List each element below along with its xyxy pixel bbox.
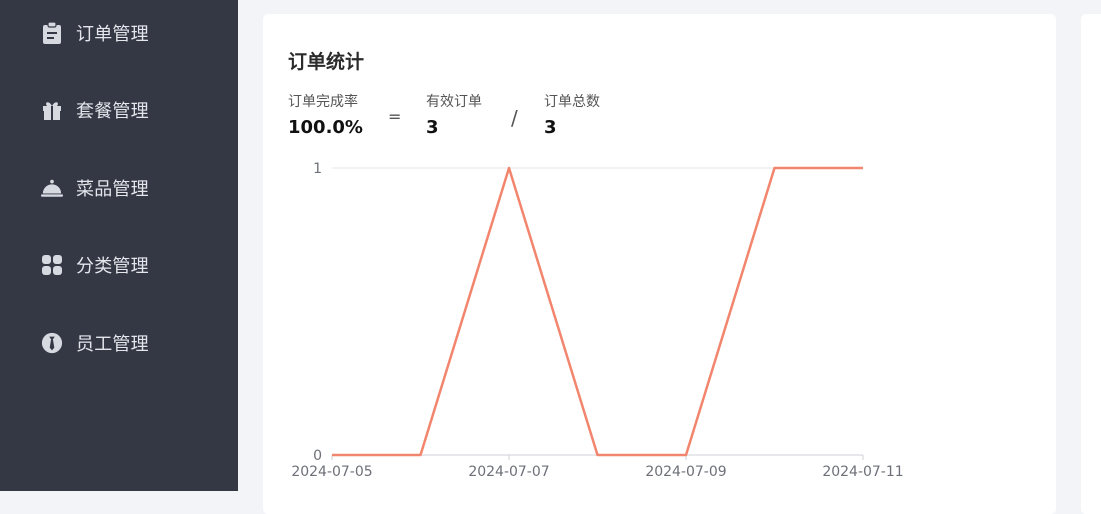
valid-orders-value: 3 xyxy=(426,117,439,138)
order-line-chart: 0 1 2024-07-05 2024-07-07 2024-07-09 2024-07-… xyxy=(263,140,943,491)
gift-icon xyxy=(41,99,63,121)
sidebar-item-label: 分类管理 xyxy=(76,252,149,278)
series-line xyxy=(332,168,863,455)
x-tick-label: 2024-07-07 xyxy=(468,464,549,480)
sidebar-item-categories[interactable]: 分类管理 xyxy=(0,245,238,285)
valid-orders-label: 有效订单 xyxy=(426,91,482,111)
x-tick-label: 2024-07-09 xyxy=(645,464,726,480)
dish-cloche-icon xyxy=(41,177,63,199)
x-tick-label: 2024-07-05 xyxy=(291,464,372,480)
y-tick-label: 0 xyxy=(313,448,322,464)
equals-sign: = xyxy=(388,107,401,126)
completion-rate-value: 100.0% xyxy=(288,117,363,138)
total-orders-value: 3 xyxy=(544,117,557,138)
clipboard-icon xyxy=(41,22,63,44)
sidebar-item-employees[interactable]: 员工管理 xyxy=(0,323,238,363)
sidebar: 订单管理 套餐管理 菜品管理 xyxy=(0,0,238,491)
y-tick-label: 1 xyxy=(313,161,322,177)
x-tick-label: 2024-07-11 xyxy=(822,464,903,480)
total-orders-label: 订单总数 xyxy=(544,91,600,111)
divide-sign: / xyxy=(511,106,518,130)
card-title: 订单统计 xyxy=(288,47,364,74)
sidebar-item-orders[interactable]: 订单管理 xyxy=(0,13,238,53)
sidebar-item-label: 员工管理 xyxy=(76,330,149,356)
secondary-card xyxy=(1081,14,1101,514)
sidebar-item-dishes[interactable]: 菜品管理 xyxy=(0,168,238,208)
grid-icon xyxy=(41,254,63,276)
sidebar-item-label: 套餐管理 xyxy=(76,97,149,123)
employee-icon xyxy=(41,332,63,354)
sidebar-item-label: 订单管理 xyxy=(76,20,149,46)
sidebar-item-label: 菜品管理 xyxy=(76,175,149,201)
completion-rate-label: 订单完成率 xyxy=(288,91,358,111)
sidebar-item-setmeals[interactable]: 套餐管理 xyxy=(0,90,238,130)
